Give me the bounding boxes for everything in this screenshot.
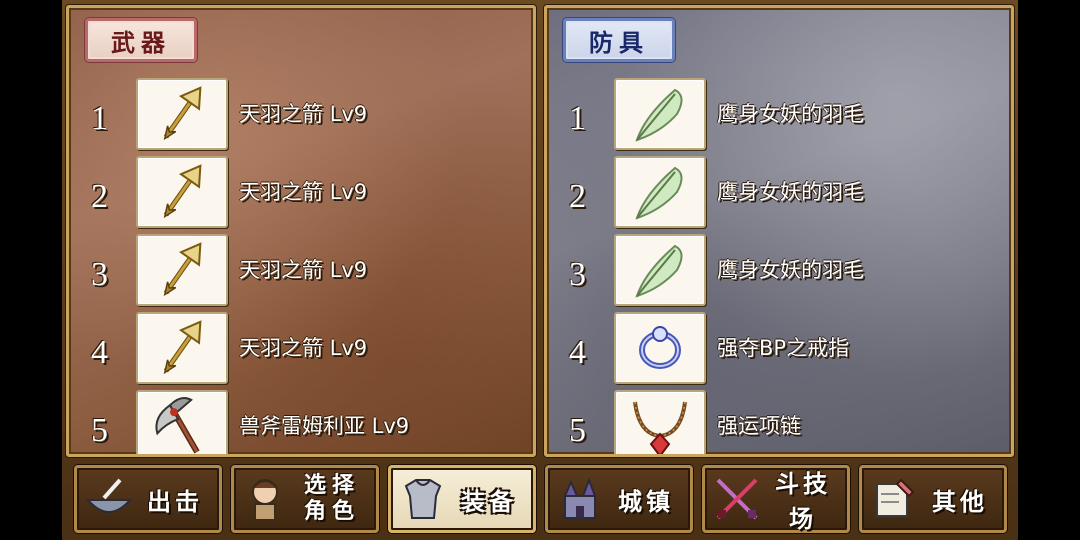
slot-number: 3: [91, 256, 108, 293]
armor-header: 防具: [563, 18, 675, 62]
slot-number: 5: [91, 412, 108, 449]
weapon-slot-4[interactable]: 4 天羽之箭 Lv9: [69, 312, 533, 386]
ring-icon: [614, 312, 706, 384]
arrow-icon: [136, 312, 228, 384]
armor-slot-3[interactable]: 3 鹰身女妖的羽毛: [547, 234, 1011, 308]
select-character-label-line1: 选择: [303, 473, 360, 498]
weapon-slot-2[interactable]: 2 天羽之箭 Lv9: [69, 156, 533, 230]
slot-number: 2: [569, 178, 586, 215]
select-character-label-line2: 角色: [303, 499, 360, 524]
armor-name: 鹰身女妖的羽毛: [717, 102, 864, 126]
weapon-name: 天羽之箭 Lv9: [239, 180, 368, 204]
select-character-button[interactable]: 选择 角色: [231, 465, 379, 533]
slot-number: 3: [569, 256, 586, 293]
arena-label: 斗技场: [775, 470, 831, 533]
arrow-icon: [136, 78, 228, 150]
slot-number: 5: [569, 412, 586, 449]
feather-icon: [614, 234, 706, 306]
weapon-name: 天羽之箭 Lv9: [239, 258, 368, 282]
slot-number: 4: [569, 334, 586, 371]
weapon-slot-1[interactable]: 1 天羽之箭 Lv9: [69, 78, 533, 152]
armor-panel: 防具 1 鹰身女妖的羽毛 2 鹰身女妖的羽毛 3 鹰身女妖的羽毛 4 强夺BP之…: [544, 5, 1014, 457]
select-character-label: 选择 角色: [294, 473, 376, 525]
feather-icon: [614, 78, 706, 150]
armor-name: 强运项链: [717, 414, 801, 438]
bowl-icon: [81, 471, 137, 527]
character-icon: [238, 471, 294, 527]
equipment-label: 装备: [461, 487, 517, 516]
axe-icon: [136, 390, 228, 454]
armor-slot-2[interactable]: 2 鹰身女妖的羽毛: [547, 156, 1011, 230]
arrow-icon: [136, 234, 228, 306]
slot-number: 2: [91, 178, 108, 215]
feather-icon: [614, 156, 706, 228]
sortie-button[interactable]: 出击: [74, 465, 222, 533]
other-button[interactable]: 其他: [859, 465, 1007, 533]
crossed-swords-icon: [709, 471, 765, 527]
weapon-slot-3[interactable]: 3 天羽之箭 Lv9: [69, 234, 533, 308]
arena-button[interactable]: 斗技场: [702, 465, 850, 533]
weapon-slot-5[interactable]: 5 兽斧雷姆利亚 Lv9: [69, 390, 533, 454]
weapons-header: 武器: [85, 18, 197, 62]
other-label: 其他: [932, 487, 988, 516]
arrow-icon: [136, 156, 228, 228]
armor-slot-4[interactable]: 4 强夺BP之戒指: [547, 312, 1011, 386]
armor-name: 鹰身女妖的羽毛: [717, 258, 864, 282]
weapons-panel: 武器 1 天羽之箭 Lv9 2 天羽之箭 Lv9 3 天羽之箭 Lv9 4 天羽…: [66, 5, 536, 457]
armor-slot-1[interactable]: 1 鹰身女妖的羽毛: [547, 78, 1011, 152]
armor-name: 强夺BP之戒指: [717, 336, 850, 360]
slot-number: 1: [91, 100, 108, 137]
weapon-name: 天羽之箭 Lv9: [239, 336, 368, 360]
weapon-name: 天羽之箭 Lv9: [239, 102, 368, 126]
castle-icon: [552, 471, 608, 527]
town-label: 城镇: [618, 487, 674, 516]
slot-number: 1: [569, 100, 586, 137]
armor-slot-5[interactable]: 5 强运项链: [547, 390, 1011, 454]
armor-icon: [395, 471, 451, 527]
scroll-icon: [866, 471, 922, 527]
bottom-nav: 出击 选择 角色 装备 城镇 斗技场 其他: [62, 460, 1018, 540]
necklace-icon: [614, 390, 706, 454]
armor-name: 鹰身女妖的羽毛: [717, 180, 864, 204]
slot-number: 4: [91, 334, 108, 371]
equipment-button[interactable]: 装备: [388, 465, 536, 533]
sortie-label: 出击: [147, 487, 203, 516]
weapon-name: 兽斧雷姆利亚 Lv9: [239, 414, 410, 438]
town-button[interactable]: 城镇: [545, 465, 693, 533]
